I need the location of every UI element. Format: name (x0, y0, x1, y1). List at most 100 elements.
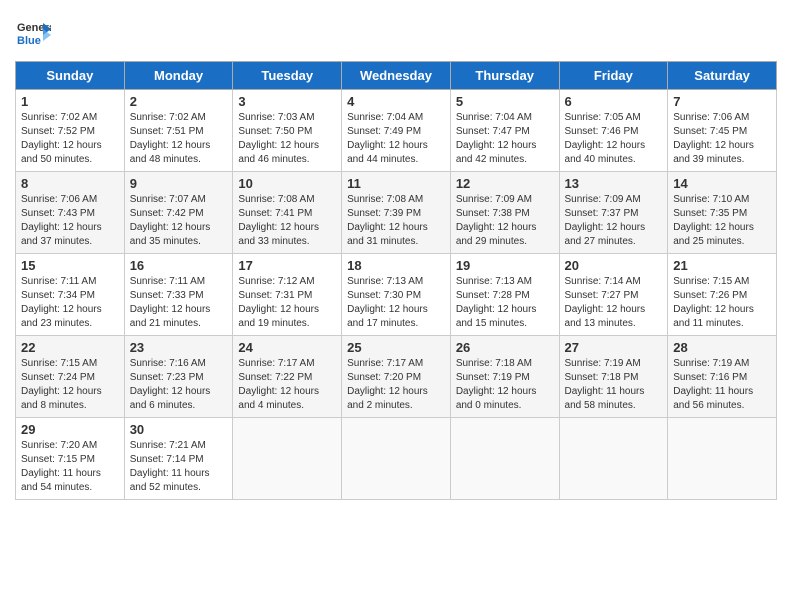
day-number: 22 (21, 340, 119, 355)
calendar-cell: 8 Sunrise: 7:06 AMSunset: 7:43 PMDayligh… (16, 172, 125, 254)
calendar-cell (342, 418, 451, 500)
calendar-cell (668, 418, 777, 500)
cell-info: Sunrise: 7:11 AMSunset: 7:33 PMDaylight:… (130, 275, 228, 331)
cell-info: Sunrise: 7:03 AMSunset: 7:50 PMDaylight:… (238, 111, 336, 167)
calendar-cell: 2 Sunrise: 7:02 AMSunset: 7:51 PMDayligh… (124, 90, 233, 172)
header-day-thursday: Thursday (450, 62, 559, 90)
day-number: 12 (456, 176, 554, 191)
cell-info: Sunrise: 7:15 AMSunset: 7:24 PMDaylight:… (21, 357, 119, 413)
day-number: 8 (21, 176, 119, 191)
calendar-cell: 20 Sunrise: 7:14 AMSunset: 7:27 PMDaylig… (559, 254, 668, 336)
cell-info: Sunrise: 7:21 AMSunset: 7:14 PMDaylight:… (130, 439, 228, 495)
day-number: 5 (456, 94, 554, 109)
calendar-cell: 19 Sunrise: 7:13 AMSunset: 7:28 PMDaylig… (450, 254, 559, 336)
cell-info: Sunrise: 7:02 AMSunset: 7:52 PMDaylight:… (21, 111, 119, 167)
calendar-cell: 1 Sunrise: 7:02 AMSunset: 7:52 PMDayligh… (16, 90, 125, 172)
cell-info: Sunrise: 7:17 AMSunset: 7:22 PMDaylight:… (238, 357, 336, 413)
day-number: 4 (347, 94, 445, 109)
calendar-cell: 14 Sunrise: 7:10 AMSunset: 7:35 PMDaylig… (668, 172, 777, 254)
day-number: 26 (456, 340, 554, 355)
calendar-cell: 23 Sunrise: 7:16 AMSunset: 7:23 PMDaylig… (124, 336, 233, 418)
cell-info: Sunrise: 7:02 AMSunset: 7:51 PMDaylight:… (130, 111, 228, 167)
calendar-cell: 29 Sunrise: 7:20 AMSunset: 7:15 PMDaylig… (16, 418, 125, 500)
day-number: 6 (565, 94, 663, 109)
cell-info: Sunrise: 7:11 AMSunset: 7:34 PMDaylight:… (21, 275, 119, 331)
day-number: 16 (130, 258, 228, 273)
header-day-monday: Monday (124, 62, 233, 90)
calendar-cell: 16 Sunrise: 7:11 AMSunset: 7:33 PMDaylig… (124, 254, 233, 336)
cell-info: Sunrise: 7:17 AMSunset: 7:20 PMDaylight:… (347, 357, 445, 413)
cell-info: Sunrise: 7:19 AMSunset: 7:18 PMDaylight:… (565, 357, 663, 413)
day-number: 21 (673, 258, 771, 273)
week-row-2: 8 Sunrise: 7:06 AMSunset: 7:43 PMDayligh… (16, 172, 777, 254)
cell-info: Sunrise: 7:18 AMSunset: 7:19 PMDaylight:… (456, 357, 554, 413)
day-number: 20 (565, 258, 663, 273)
cell-info: Sunrise: 7:05 AMSunset: 7:46 PMDaylight:… (565, 111, 663, 167)
day-number: 15 (21, 258, 119, 273)
calendar-cell: 9 Sunrise: 7:07 AMSunset: 7:42 PMDayligh… (124, 172, 233, 254)
calendar-cell: 21 Sunrise: 7:15 AMSunset: 7:26 PMDaylig… (668, 254, 777, 336)
day-number: 17 (238, 258, 336, 273)
header-day-sunday: Sunday (16, 62, 125, 90)
logo-icon: General Blue (15, 15, 51, 51)
day-number: 19 (456, 258, 554, 273)
calendar-cell: 15 Sunrise: 7:11 AMSunset: 7:34 PMDaylig… (16, 254, 125, 336)
header-day-friday: Friday (559, 62, 668, 90)
day-number: 18 (347, 258, 445, 273)
cell-info: Sunrise: 7:16 AMSunset: 7:23 PMDaylight:… (130, 357, 228, 413)
calendar-cell: 30 Sunrise: 7:21 AMSunset: 7:14 PMDaylig… (124, 418, 233, 500)
cell-info: Sunrise: 7:06 AMSunset: 7:43 PMDaylight:… (21, 193, 119, 249)
day-number: 29 (21, 422, 119, 437)
cell-info: Sunrise: 7:09 AMSunset: 7:37 PMDaylight:… (565, 193, 663, 249)
day-number: 11 (347, 176, 445, 191)
calendar-cell: 18 Sunrise: 7:13 AMSunset: 7:30 PMDaylig… (342, 254, 451, 336)
day-number: 3 (238, 94, 336, 109)
week-row-3: 15 Sunrise: 7:11 AMSunset: 7:34 PMDaylig… (16, 254, 777, 336)
calendar-cell: 28 Sunrise: 7:19 AMSunset: 7:16 PMDaylig… (668, 336, 777, 418)
cell-info: Sunrise: 7:07 AMSunset: 7:42 PMDaylight:… (130, 193, 228, 249)
header-day-wednesday: Wednesday (342, 62, 451, 90)
day-number: 13 (565, 176, 663, 191)
cell-info: Sunrise: 7:08 AMSunset: 7:41 PMDaylight:… (238, 193, 336, 249)
day-number: 30 (130, 422, 228, 437)
cell-info: Sunrise: 7:04 AMSunset: 7:47 PMDaylight:… (456, 111, 554, 167)
calendar-cell: 25 Sunrise: 7:17 AMSunset: 7:20 PMDaylig… (342, 336, 451, 418)
day-number: 27 (565, 340, 663, 355)
header-day-tuesday: Tuesday (233, 62, 342, 90)
day-number: 24 (238, 340, 336, 355)
calendar-cell (559, 418, 668, 500)
calendar-cell: 17 Sunrise: 7:12 AMSunset: 7:31 PMDaylig… (233, 254, 342, 336)
header-row: SundayMondayTuesdayWednesdayThursdayFrid… (16, 62, 777, 90)
week-row-5: 29 Sunrise: 7:20 AMSunset: 7:15 PMDaylig… (16, 418, 777, 500)
calendar-cell: 11 Sunrise: 7:08 AMSunset: 7:39 PMDaylig… (342, 172, 451, 254)
calendar-cell: 3 Sunrise: 7:03 AMSunset: 7:50 PMDayligh… (233, 90, 342, 172)
cell-info: Sunrise: 7:19 AMSunset: 7:16 PMDaylight:… (673, 357, 771, 413)
cell-info: Sunrise: 7:08 AMSunset: 7:39 PMDaylight:… (347, 193, 445, 249)
cell-info: Sunrise: 7:04 AMSunset: 7:49 PMDaylight:… (347, 111, 445, 167)
cell-info: Sunrise: 7:20 AMSunset: 7:15 PMDaylight:… (21, 439, 119, 495)
cell-info: Sunrise: 7:13 AMSunset: 7:30 PMDaylight:… (347, 275, 445, 331)
cell-info: Sunrise: 7:09 AMSunset: 7:38 PMDaylight:… (456, 193, 554, 249)
cell-info: Sunrise: 7:10 AMSunset: 7:35 PMDaylight:… (673, 193, 771, 249)
cell-info: Sunrise: 7:14 AMSunset: 7:27 PMDaylight:… (565, 275, 663, 331)
day-number: 10 (238, 176, 336, 191)
day-number: 1 (21, 94, 119, 109)
calendar-cell: 7 Sunrise: 7:06 AMSunset: 7:45 PMDayligh… (668, 90, 777, 172)
day-number: 28 (673, 340, 771, 355)
calendar-cell: 22 Sunrise: 7:15 AMSunset: 7:24 PMDaylig… (16, 336, 125, 418)
day-number: 25 (347, 340, 445, 355)
header-day-saturday: Saturday (668, 62, 777, 90)
day-number: 7 (673, 94, 771, 109)
calendar-cell: 12 Sunrise: 7:09 AMSunset: 7:38 PMDaylig… (450, 172, 559, 254)
calendar-table: SundayMondayTuesdayWednesdayThursdayFrid… (15, 61, 777, 500)
week-row-1: 1 Sunrise: 7:02 AMSunset: 7:52 PMDayligh… (16, 90, 777, 172)
calendar-cell: 10 Sunrise: 7:08 AMSunset: 7:41 PMDaylig… (233, 172, 342, 254)
cell-info: Sunrise: 7:15 AMSunset: 7:26 PMDaylight:… (673, 275, 771, 331)
cell-info: Sunrise: 7:06 AMSunset: 7:45 PMDaylight:… (673, 111, 771, 167)
calendar-cell: 24 Sunrise: 7:17 AMSunset: 7:22 PMDaylig… (233, 336, 342, 418)
day-number: 14 (673, 176, 771, 191)
cell-info: Sunrise: 7:12 AMSunset: 7:31 PMDaylight:… (238, 275, 336, 331)
calendar-cell: 13 Sunrise: 7:09 AMSunset: 7:37 PMDaylig… (559, 172, 668, 254)
calendar-cell (450, 418, 559, 500)
logo: General Blue (15, 15, 51, 51)
